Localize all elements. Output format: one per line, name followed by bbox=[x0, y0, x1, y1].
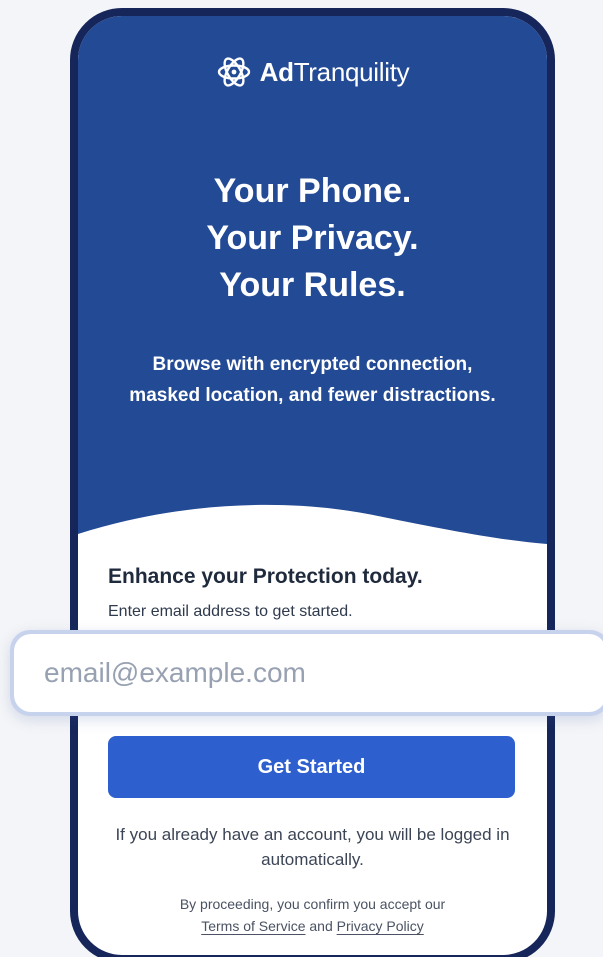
email-field-wrapper bbox=[10, 630, 603, 716]
headline-line: Your Privacy. bbox=[206, 219, 419, 257]
legal-prefix: By proceeding, you confirm you accept ou… bbox=[179, 896, 446, 912]
brand-name: AdTranquility bbox=[259, 56, 410, 87]
privacy-policy-link[interactable]: Privacy Policy bbox=[337, 918, 424, 934]
terms-of-service-link[interactable]: Terms of Service bbox=[201, 918, 305, 934]
brand-logo: AdTranquility bbox=[78, 54, 547, 90]
hero-subtext: Browse with encrypted connection, masked… bbox=[129, 354, 496, 406]
phone-frame: AdTranquility Your Phone. Your Privacy. … bbox=[70, 8, 555, 957]
legal-and: and bbox=[309, 918, 333, 934]
get-started-button[interactable]: Get Started bbox=[108, 736, 515, 798]
hero-headline: Your Phone. Your Privacy. Your Rules. bbox=[78, 168, 547, 309]
signup-title: Enhance your Protection today. bbox=[108, 565, 423, 588]
headline-line: Your Rules. bbox=[219, 266, 406, 304]
legal-notice: By proceeding, you confirm you accept ou… bbox=[98, 893, 527, 937]
signup-subtitle: Enter email address to get started. bbox=[108, 603, 353, 620]
login-note: If you already have an account, you will… bbox=[115, 825, 510, 869]
headline-line: Your Phone. bbox=[213, 172, 412, 210]
email-input[interactable] bbox=[14, 634, 603, 712]
atom-shield-icon bbox=[217, 57, 250, 87]
